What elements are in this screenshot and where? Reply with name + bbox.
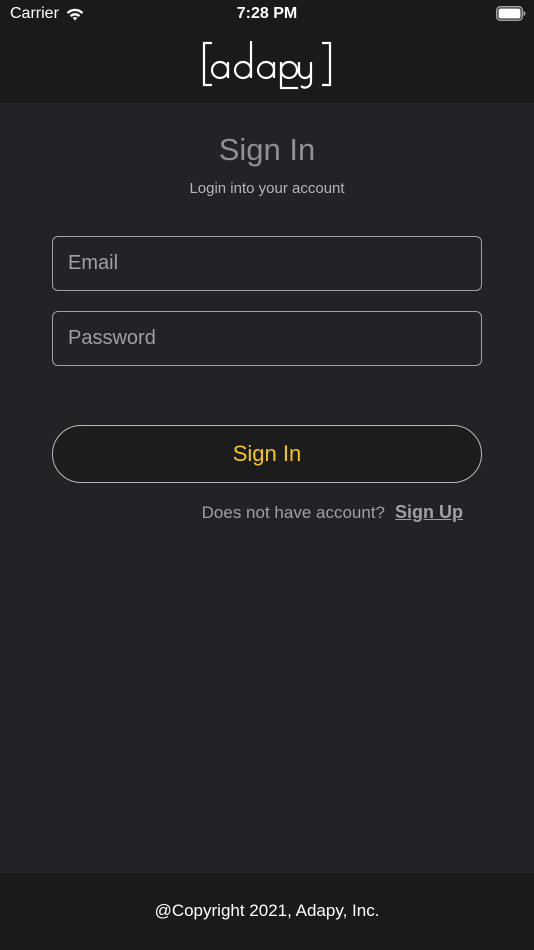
sign-in-screen: Carrier 7:28 PM adapy [0, 0, 534, 950]
page-title: Sign In [218, 132, 316, 167]
sign-in-form: Sign In Login into your account Sign In … [0, 103, 534, 873]
sign-up-prompt: Does not have account? [201, 503, 385, 522]
battery-icon [496, 6, 526, 21]
sign-up-row: Does not have account? Sign Up [202, 502, 463, 523]
page-subtitle: Login into your account [189, 180, 345, 197]
password-field[interactable] [53, 312, 481, 365]
email-field-container [52, 236, 482, 291]
adapy-logo: adapy [202, 41, 332, 90]
copyright-text: @Copyright 2021, Adapy, Inc. [154, 901, 380, 920]
sign-in-button[interactable]: Sign In [52, 425, 482, 483]
sign-up-link[interactable]: Sign Up [395, 502, 463, 523]
status-time: 7:28 PM [236, 5, 298, 22]
password-field-container [52, 311, 482, 366]
email-field[interactable] [53, 237, 481, 290]
status-bar: Carrier 7:28 PM [0, 0, 534, 27]
app-header: adapy [0, 27, 534, 103]
footer: @Copyright 2021, Adapy, Inc. [0, 873, 534, 950]
